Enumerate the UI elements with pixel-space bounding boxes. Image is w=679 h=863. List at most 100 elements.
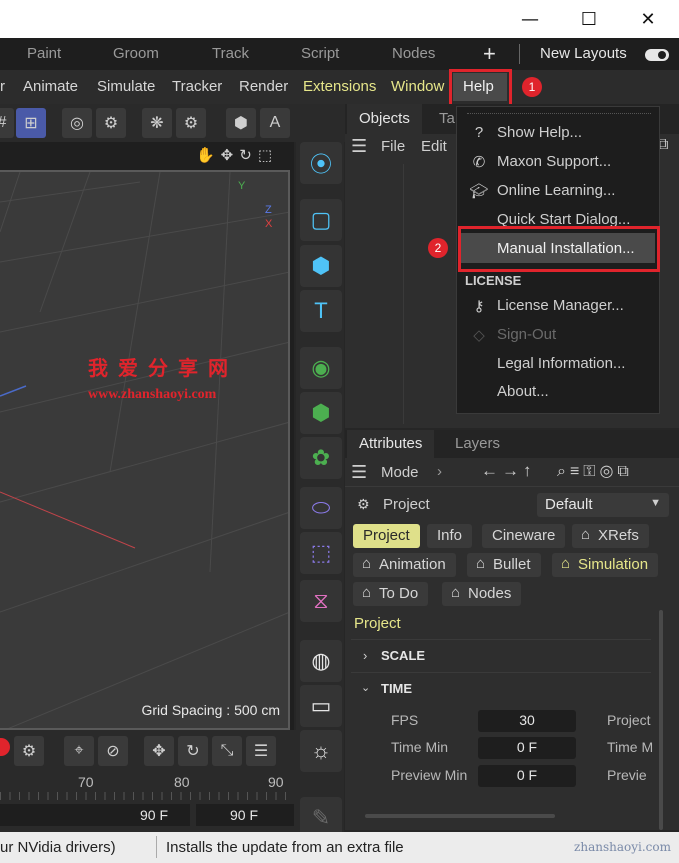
watermark-corner: zhanshaoyi.com	[574, 840, 671, 854]
objects-menu-file[interactable]: File	[381, 138, 405, 155]
chip-animation[interactable]: ⌂ Animation	[353, 553, 456, 577]
chip-simulation[interactable]: ⌂ Simulation	[552, 553, 659, 577]
attributes-scrollbar[interactable]	[659, 610, 663, 830]
divider	[351, 672, 651, 673]
close-button[interactable]: ✕	[625, 0, 671, 38]
cloner-icon[interactable]: ⬢	[300, 392, 342, 434]
generator-icon[interactable]: ◉	[300, 347, 342, 389]
mode-menu[interactable]: Mode	[381, 464, 419, 481]
time-min-field[interactable]: 0 F	[478, 737, 576, 759]
snap-settings-icon[interactable]: ⊞	[16, 108, 46, 138]
new-layouts-toggle[interactable]	[645, 49, 669, 61]
tear-off-line[interactable]	[467, 113, 651, 116]
text-a-icon[interactable]: A	[260, 108, 290, 138]
end-frame-field[interactable]: 90 F	[0, 804, 190, 826]
layout-tab-script[interactable]: Script	[301, 45, 339, 62]
cube-icon[interactable]: ⬢	[300, 245, 342, 287]
menu-show-help[interactable]: Show Help...	[497, 124, 582, 141]
chip-bullet[interactable]: ⌂ Bullet	[467, 553, 541, 577]
menu-item-tracker[interactable]: Tracker	[172, 78, 222, 95]
viewport-nav-icons[interactable]: ✋✥↻⬚	[196, 146, 278, 164]
move-key-icon[interactable]: ✥	[144, 736, 174, 766]
maximize-button[interactable]: ☐	[566, 0, 612, 38]
menu-online-learning[interactable]: Online Learning...	[497, 182, 615, 199]
menu-legal-information[interactable]: Legal Information...	[497, 355, 625, 372]
viewport-canvas[interactable]: Y Z X 我爱分享网 www.zhanshaoyi.com Grid Spac…	[0, 170, 290, 730]
menu-item-partial[interactable]: r	[0, 78, 5, 95]
menu-item-extensions[interactable]: Extensions	[303, 78, 376, 95]
null-object-icon[interactable]: ⦿	[300, 142, 342, 184]
modeling-settings-icon[interactable]: ⚙	[176, 108, 206, 138]
chip-info[interactable]: Info	[427, 524, 473, 548]
chip-simulation-label: Simulation	[578, 556, 649, 573]
layout-tab-track[interactable]: Track	[212, 45, 249, 62]
no-record-icon[interactable]: ⊘	[98, 736, 128, 766]
annotation-box-manual-installation	[458, 226, 660, 272]
menu-item-render[interactable]: Render	[239, 78, 288, 95]
param-key-icon[interactable]: ☰	[246, 736, 276, 766]
layout-tab-paint[interactable]: Paint	[27, 45, 61, 62]
symmetry-icon[interactable]: ❋	[142, 108, 172, 138]
timeline: ⚙ ⌖ ⊘ ✥ ↻ ⤡ ☰ 70 80 90 90 F 90 F	[0, 730, 296, 832]
menu-maxon-support[interactable]: Maxon Support...	[497, 153, 611, 170]
deformer-icon[interactable]: ✿	[300, 437, 342, 479]
tab-attributes[interactable]: Attributes	[347, 430, 435, 458]
field-label-fps: FPS	[391, 712, 419, 728]
light-icon[interactable]: ☼	[300, 730, 342, 772]
timeline-ruler[interactable]	[0, 792, 294, 800]
tab-layers[interactable]: Layers	[455, 435, 500, 452]
project-gear-icon: ⚙	[357, 496, 370, 512]
preset-dropdown[interactable]: Default ▼	[537, 493, 669, 517]
max-frame-field[interactable]: 90 F	[196, 804, 294, 826]
objects-menu-edit[interactable]: Edit	[421, 138, 447, 155]
attributes-tabs: Attributes Layers	[345, 430, 679, 458]
chevron-right-icon[interactable]: ›	[363, 648, 367, 663]
environment-icon[interactable]: ◍	[300, 640, 342, 682]
search-filter-lock-icons[interactable]: ⌕≡⚿◎⧉	[557, 461, 633, 481]
fps-field[interactable]: 30	[478, 710, 576, 732]
tab-takes[interactable]: Ta	[439, 110, 455, 127]
hamburger-icon[interactable]: ☰	[351, 136, 367, 157]
chip-todo[interactable]: ⌂ To Do	[353, 582, 429, 606]
group-scale[interactable]: SCALE	[381, 648, 425, 663]
mouse-icon[interactable]: ⌖	[64, 736, 94, 766]
field-icon[interactable]: ⬭	[300, 487, 342, 529]
workplane-icon[interactable]: ◎	[62, 108, 92, 138]
chevron-down-icon[interactable]: ⌄	[361, 681, 370, 694]
spline-rectangle-icon[interactable]: ▢	[300, 199, 342, 241]
toggle-knob	[658, 51, 666, 59]
record-button[interactable]	[0, 738, 10, 756]
chevron-right-icon[interactable]: ›	[437, 463, 442, 480]
hamburger-icon[interactable]: ☰	[351, 462, 367, 483]
chip-nodes[interactable]: ⌂ Nodes	[442, 582, 522, 606]
group-time[interactable]: TIME	[381, 681, 412, 696]
tracker-icon[interactable]: ⧖	[300, 580, 342, 622]
chip-xrefs[interactable]: ⌂ XRefs	[572, 524, 649, 548]
horizontal-scrollbar[interactable]	[365, 814, 555, 818]
chip-project[interactable]: Project	[353, 524, 420, 548]
view-icon[interactable]: ⬢	[226, 108, 256, 138]
add-layout-icon[interactable]: +	[483, 41, 496, 67]
preview-min-field[interactable]: 0 F	[478, 765, 576, 787]
menu-item-animate[interactable]: Animate	[23, 78, 78, 95]
snap-grid-icon[interactable]: #	[0, 108, 14, 138]
scale-key-icon[interactable]: ⤡	[212, 736, 242, 766]
tab-objects[interactable]: Objects	[347, 104, 422, 134]
camera-icon[interactable]: ▭	[300, 685, 342, 727]
layout-tab-groom[interactable]: Groom	[113, 45, 159, 62]
gear-icon[interactable]: ⚙	[96, 108, 126, 138]
text-icon[interactable]: T	[300, 290, 342, 332]
menu-sign-out[interactable]: Sign-Out	[497, 326, 556, 343]
layout-tab-nodes[interactable]: Nodes	[392, 45, 435, 62]
menu-item-simulate[interactable]: Simulate	[97, 78, 155, 95]
chip-cineware[interactable]: Cineware	[482, 524, 566, 548]
rotate-key-icon[interactable]: ↻	[178, 736, 208, 766]
menu-about[interactable]: About...	[497, 383, 549, 400]
gear-icon[interactable]: ⚙	[14, 736, 44, 766]
menu-item-window[interactable]: Window	[391, 78, 444, 95]
minimize-button[interactable]: —	[507, 0, 553, 38]
nav-arrows-icons[interactable]: ←→↑	[481, 461, 536, 481]
scene-icon[interactable]: ⬚	[300, 532, 342, 574]
menu-license-manager[interactable]: License Manager...	[497, 297, 624, 314]
viewport[interactable]: ✋✥↻⬚ Y Z X 我爱分享网 www.zhanshaoyi.com Grid…	[0, 142, 294, 730]
